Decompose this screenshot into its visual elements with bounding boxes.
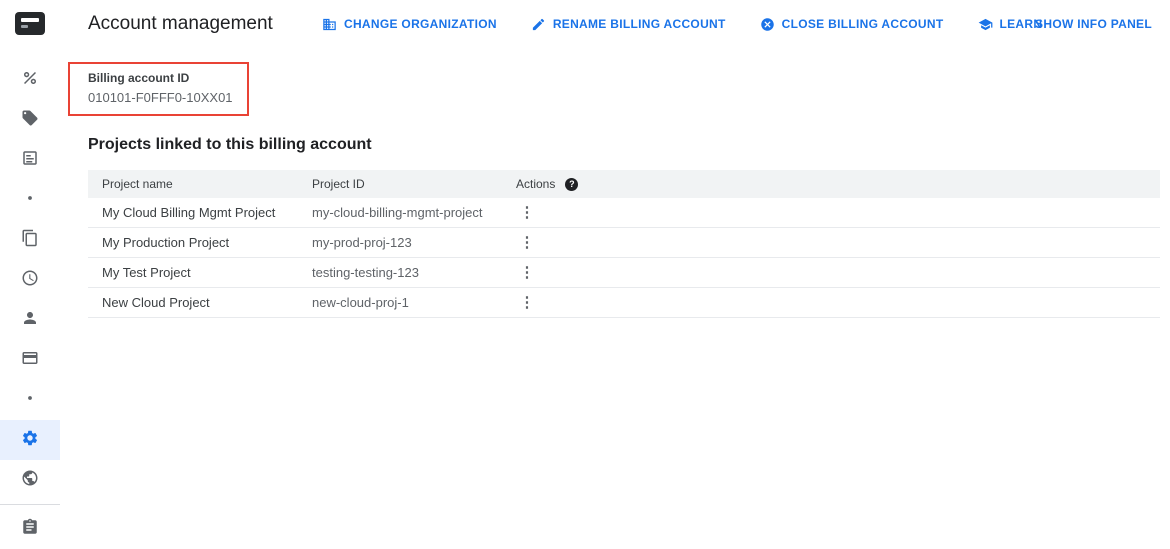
row-actions-menu-button[interactable]: ⋮ bbox=[516, 261, 538, 285]
change-organization-label: CHANGE ORGANIZATION bbox=[344, 17, 497, 31]
page-title: Account management bbox=[88, 0, 273, 48]
projects-section-heading: Projects linked to this billing account bbox=[88, 136, 372, 154]
billing-account-id-highlight-box: Billing account ID 010101-F0FFF0-10XX01 bbox=[68, 62, 249, 116]
project-id-cell: my-prod-proj-123 bbox=[312, 235, 516, 250]
globe-icon bbox=[21, 469, 39, 492]
sidebar-item-public[interactable] bbox=[0, 460, 60, 500]
rename-billing-account-button[interactable]: RENAME BILLING ACCOUNT bbox=[531, 17, 726, 32]
table-row: My Cloud Billing Mgmt Project my-cloud-b… bbox=[88, 198, 1160, 228]
project-name-cell: My Cloud Billing Mgmt Project bbox=[102, 205, 312, 220]
column-header-project-id: Project ID bbox=[312, 177, 516, 191]
sidebar-item-transactions[interactable] bbox=[0, 260, 60, 300]
project-name-cell: New Cloud Project bbox=[102, 295, 312, 310]
logo-slot-shape bbox=[21, 18, 39, 22]
billing-logo-icon[interactable] bbox=[15, 12, 45, 35]
table-row: New Cloud Project new-cloud-proj-1 ⋮ bbox=[88, 288, 1160, 318]
dot-icon bbox=[21, 189, 39, 212]
project-name-cell: My Test Project bbox=[102, 265, 312, 280]
row-actions-menu-button[interactable]: ⋮ bbox=[516, 291, 538, 315]
cancel-circle-icon bbox=[760, 17, 775, 32]
sidebar-item-account-management[interactable] bbox=[0, 420, 60, 460]
tag-icon bbox=[21, 109, 39, 132]
show-info-panel-button[interactable]: SHOW INFO PANEL bbox=[1029, 0, 1158, 48]
show-info-panel-label: SHOW INFO PANEL bbox=[1035, 17, 1152, 31]
column-header-actions: Actions ? bbox=[516, 177, 1160, 191]
sidebar-divider bbox=[0, 504, 60, 505]
sidebar-item-dot-1[interactable] bbox=[0, 180, 60, 220]
main-content: Billing account ID 010101-F0FFF0-10XX01 … bbox=[60, 48, 1170, 549]
graduation-cap-icon bbox=[978, 17, 993, 32]
sidebar-item-overview[interactable] bbox=[0, 60, 60, 100]
pencil-icon bbox=[531, 17, 546, 32]
document-edit-icon bbox=[21, 518, 39, 541]
project-name-cell: My Production Project bbox=[102, 235, 312, 250]
row-actions-menu-button[interactable]: ⋮ bbox=[516, 231, 538, 255]
person-icon bbox=[21, 309, 39, 332]
sidebar-item-cost-table[interactable] bbox=[0, 140, 60, 180]
column-header-project-name: Project name bbox=[102, 177, 312, 191]
project-id-cell: testing-testing-123 bbox=[312, 265, 516, 280]
top-bar: Account management CHANGE ORGANIZATION R… bbox=[0, 0, 1170, 48]
projects-table: Project name Project ID Actions ? My Clo… bbox=[88, 170, 1160, 318]
project-id-cell: new-cloud-proj-1 bbox=[312, 295, 516, 310]
sidebar-item-pricing[interactable] bbox=[0, 100, 60, 140]
billing-account-id-value: 010101-F0FFF0-10XX01 bbox=[88, 90, 233, 105]
dot-icon bbox=[21, 389, 39, 412]
help-icon[interactable]: ? bbox=[565, 178, 578, 191]
projects-table-header: Project name Project ID Actions ? bbox=[88, 170, 1160, 198]
sidebar-item-notes[interactable] bbox=[0, 509, 60, 549]
rename-billing-account-label: RENAME BILLING ACCOUNT bbox=[553, 17, 726, 31]
sidebar-item-documents[interactable] bbox=[0, 220, 60, 260]
table-row: My Production Project my-prod-proj-123 ⋮ bbox=[88, 228, 1160, 258]
logo-slot-shape-2 bbox=[21, 25, 28, 28]
close-billing-account-button[interactable]: CLOSE BILLING ACCOUNT bbox=[760, 17, 944, 32]
gear-icon bbox=[21, 429, 39, 452]
clock-icon bbox=[21, 269, 39, 292]
table-row: My Test Project testing-testing-123 ⋮ bbox=[88, 258, 1160, 288]
table-icon bbox=[21, 149, 39, 172]
sidebar-item-payment-method[interactable] bbox=[0, 340, 60, 380]
copy-icon bbox=[21, 229, 39, 252]
actions-header-label: Actions bbox=[516, 177, 555, 191]
sidebar-item-account[interactable] bbox=[0, 300, 60, 340]
percent-icon bbox=[21, 69, 39, 92]
credit-card-icon bbox=[21, 349, 39, 372]
organization-grid-icon bbox=[322, 17, 337, 32]
sidebar-item-dot-2[interactable] bbox=[0, 380, 60, 420]
toolbar-actions: CHANGE ORGANIZATION RENAME BILLING ACCOU… bbox=[322, 0, 1042, 48]
project-id-cell: my-cloud-billing-mgmt-project bbox=[312, 205, 516, 220]
billing-sidebar bbox=[0, 48, 60, 549]
row-actions-menu-button[interactable]: ⋮ bbox=[516, 201, 538, 225]
billing-account-id-label: Billing account ID bbox=[88, 71, 233, 85]
close-billing-account-label: CLOSE BILLING ACCOUNT bbox=[782, 17, 944, 31]
change-organization-button[interactable]: CHANGE ORGANIZATION bbox=[322, 17, 497, 32]
